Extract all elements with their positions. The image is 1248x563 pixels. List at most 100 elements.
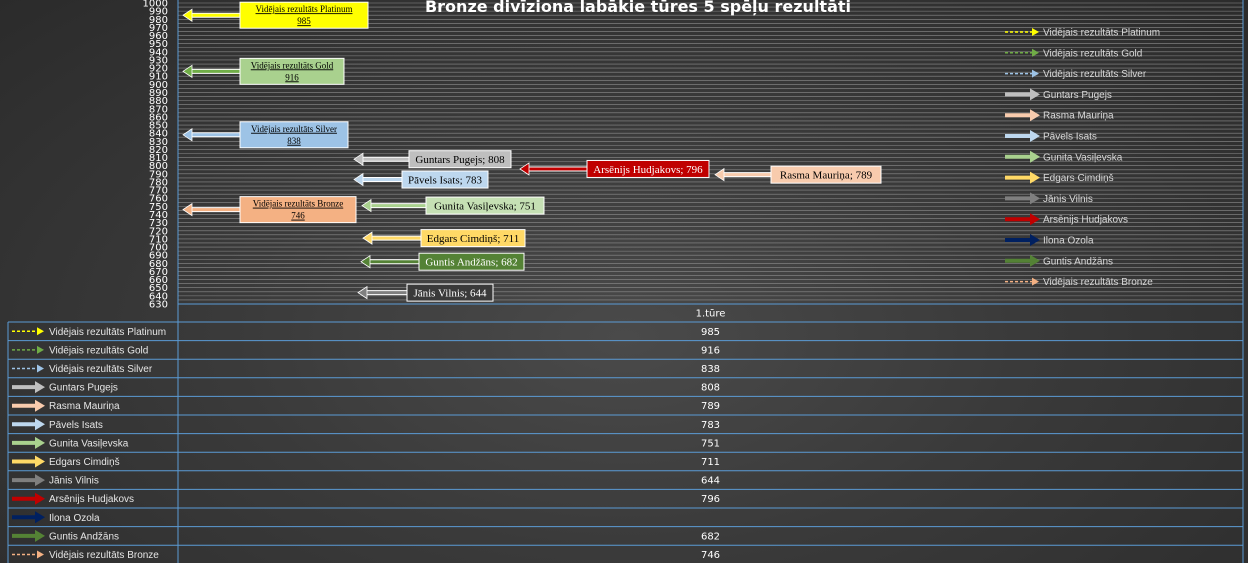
- legend-label: Vidējais rezultāts Platinum: [1043, 28, 1160, 39]
- chart: 6306406506606706806907007107207307407507…: [7, 0, 1244, 563]
- legend-item-videjais-rezultats-silver: Vidējais rezultāts Silver: [1005, 69, 1147, 80]
- table-arrow-icon: [37, 327, 44, 336]
- callout-label: Guntis Andžāns; 682: [425, 257, 517, 269]
- legend-arrow-icon: [1032, 277, 1039, 286]
- callout-arrowhead-icon: [353, 172, 364, 187]
- table-row: Edgars Cimdiņš 711: [8, 455, 1243, 472]
- callout-value: 746: [291, 211, 305, 221]
- table-row: Arsēnijs Hudjakovs 796: [8, 492, 1243, 509]
- table-row: Rasma Mauriņa 789: [8, 399, 1243, 416]
- legend-label: Arsēnijs Hudjakovs: [1043, 215, 1128, 226]
- table-row-label: Jānis Vilnis: [49, 476, 99, 487]
- callout-arrowhead-icon: [360, 254, 371, 269]
- y-tick-label: 1000: [143, 0, 168, 10]
- legend-label: Pāvels Isats: [1043, 132, 1097, 143]
- legend-arrow-icon: [1030, 213, 1040, 226]
- legend-item-videjais-rezultats-gold: Vidējais rezultāts Gold: [1005, 48, 1142, 59]
- table-row-label: Vidējais rezultāts Platinum: [49, 327, 166, 338]
- legend-arrow-icon: [1030, 254, 1040, 267]
- table-row: Vidējais rezultāts Gold 916: [8, 345, 1243, 360]
- table-arrow-icon: [35, 474, 45, 487]
- callout-value: 916: [285, 72, 299, 82]
- legend-item-ilona-ozola: Ilona Ozola: [1005, 234, 1094, 247]
- table-cell-value: 783: [701, 420, 720, 431]
- legend-label: Jānis Vilnis: [1043, 194, 1093, 205]
- table-arrow-icon: [35, 511, 45, 524]
- table-row: Pāvels Isats 783: [8, 418, 1243, 435]
- data-table: 1.tūreVidējais rezultāts Platinum 985Vidē…: [7, 303, 1243, 563]
- table-arrow-icon: [35, 381, 45, 394]
- callout-gunita-vasilevska: Gunita Vasiļevska; 751: [361, 196, 545, 215]
- legend-arrow-icon: [1030, 109, 1040, 122]
- table-row: Vidējais rezultāts Bronze 746: [12, 550, 720, 561]
- legend-item-videjais-rezultats-platinum: Vidējais rezultāts Platinum: [1005, 28, 1160, 39]
- callout-videjais-rezultats-platinum: Vidējais rezultāts Platinum 985: [182, 1, 369, 29]
- data-callouts: Vidējais rezultāts Platinum985 Vidējais r…: [182, 1, 882, 302]
- callout-label: Arsēnijs Hudjakovs; 796: [593, 164, 703, 176]
- callout-label: Vidējais rezultāts Silver: [251, 124, 337, 134]
- legend-arrow-icon: [1030, 88, 1040, 101]
- table-row-label: Vidējais rezultāts Bronze: [49, 550, 159, 561]
- table-cell-value: 751: [701, 438, 720, 449]
- legend-item-guntis-andzans: Guntis Andžāns: [1005, 254, 1113, 267]
- table-row: Vidējais rezultāts Silver 838: [8, 364, 1243, 379]
- callout-value: 985: [297, 16, 311, 26]
- table-row-label: Pāvels Isats: [49, 420, 103, 431]
- table-row: Ilona Ozola: [8, 511, 1243, 528]
- legend-label: Rasma Mauriņa: [1043, 111, 1114, 122]
- legend-label: Ilona Ozola: [1043, 236, 1094, 247]
- callout-edgars-cimdins: Edgars Cimdiņš; 711: [362, 229, 526, 248]
- table-row-label: Ilona Ozola: [49, 513, 100, 524]
- table-column-header: 1.tūre: [696, 309, 726, 320]
- callout-janis-vilnis: Jānis Vilnis; 644: [357, 283, 494, 302]
- table-cell-value: 796: [701, 494, 720, 505]
- callout-value: 838: [287, 136, 301, 146]
- table-row-label: Gunita Vasiļevska: [49, 438, 129, 449]
- callout-label: Pāvels Isats; 783: [408, 175, 482, 187]
- callout-arrowhead-icon: [182, 202, 193, 217]
- table-cell-value: 838: [701, 364, 720, 375]
- callout-label: Vidējais rezultāts Gold: [251, 60, 334, 70]
- chart-title: Bronze divīziona labākie tūres 5 spēļu r…: [425, 0, 851, 16]
- legend-arrow-icon: [1030, 130, 1040, 142]
- table-arrow-icon: [35, 399, 45, 412]
- callout-arrowhead-icon: [182, 64, 193, 79]
- table-row: Gunita Vasiļevska 751: [8, 436, 1243, 453]
- table-cell-value: 808: [701, 383, 720, 394]
- table-row-label: Arsēnijs Hudjakovs: [49, 494, 134, 505]
- legend-label: Guntars Pugejs: [1043, 90, 1112, 101]
- table-cell-value: 644: [701, 476, 720, 487]
- callout-arrowhead-icon: [714, 167, 725, 182]
- legend-item-guntars-pugejs: Guntars Pugejs: [1005, 88, 1112, 101]
- table-row-label: Edgars Cimdiņš: [49, 457, 120, 468]
- y-axis-ticks: 6306406506606706806907007107207307407507…: [143, 0, 168, 311]
- table-row: Jānis Vilnis 644: [8, 474, 1243, 490]
- legend-item-arsenijs-hudjakovs: Arsēnijs Hudjakovs: [1005, 213, 1128, 226]
- callout-arrowhead-icon: [353, 152, 364, 166]
- callout-label: Jānis Vilnis; 644: [413, 288, 487, 300]
- callout-label: Vidējais rezultāts Bronze: [253, 199, 343, 209]
- table-row: Vidējais rezultāts Platinum 985: [8, 327, 1243, 342]
- table-arrow-icon: [37, 345, 44, 354]
- table-row-label: Guntis Andžāns: [49, 531, 119, 542]
- table-cell-value: 711: [701, 457, 720, 468]
- table-arrow-icon: [37, 550, 44, 559]
- legend-label: Vidējais rezultāts Silver: [1043, 69, 1147, 80]
- table-arrow-icon: [35, 529, 45, 542]
- callout-rasma-maurina: Rasma Mauriņa; 789: [714, 165, 882, 184]
- table-row-label: Vidējais rezultāts Gold: [49, 345, 148, 356]
- legend-label: Vidējais rezultāts Bronze: [1043, 277, 1153, 288]
- legend-label: Gunita Vasiļevska: [1043, 152, 1123, 163]
- legend-arrow-icon: [1030, 150, 1040, 163]
- callout-label: Rasma Mauriņa; 789: [780, 170, 873, 182]
- legend-label: Vidējais rezultāts Gold: [1043, 48, 1142, 59]
- legend-arrow-icon: [1030, 234, 1040, 246]
- table-cell-value: 916: [701, 345, 720, 356]
- callout-label: Guntars Pugejs; 808: [415, 154, 505, 166]
- callout-arrowhead-icon: [182, 128, 193, 142]
- table-arrow-icon: [35, 418, 45, 431]
- legend-label: Guntis Andžāns: [1043, 256, 1113, 267]
- table-row-label: Vidējais rezultāts Silver: [49, 364, 153, 375]
- callout-arrowhead-icon: [519, 162, 530, 176]
- table-cell-value: 985: [701, 327, 720, 338]
